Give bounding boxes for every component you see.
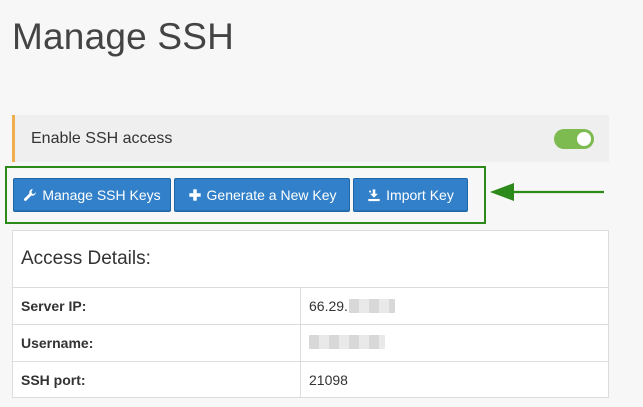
- access-details-panel: Access Details: Server IP: 66.29. Userna…: [12, 230, 609, 398]
- wrench-icon: [24, 189, 37, 201]
- username-label: Username:: [21, 335, 94, 351]
- ssh-access-row: Enable SSH access: [12, 115, 609, 162]
- ssh-port-value: 21098: [309, 372, 348, 388]
- import-icon: [368, 189, 380, 202]
- ssh-port-row: SSH port: 21098: [13, 361, 608, 398]
- server-ip-value: 66.29.: [309, 298, 395, 314]
- ssh-access-label: Enable SSH access: [31, 130, 173, 147]
- username-row: Username:: [13, 324, 608, 361]
- redacted-block: [348, 299, 395, 313]
- access-details-heading: Access Details:: [21, 248, 151, 269]
- plus-icon: [188, 189, 201, 201]
- redacted-block: [309, 335, 385, 349]
- ssh-port-label: SSH port:: [21, 372, 86, 388]
- import-key-button[interactable]: Import Key: [353, 178, 468, 212]
- import-key-label: Import Key: [386, 187, 454, 203]
- generate-new-key-label: Generate a New Key: [206, 187, 337, 203]
- column-divider: [300, 362, 301, 398]
- ssh-access-toggle[interactable]: [554, 129, 594, 149]
- page-title: Manage SSH: [12, 16, 235, 57]
- manage-ssh-keys-label: Manage SSH Keys: [42, 187, 161, 203]
- server-ip-visible-text: 66.29.: [309, 298, 348, 314]
- server-ip-row: Server IP: 66.29.: [13, 287, 608, 324]
- server-ip-label: Server IP:: [21, 298, 87, 314]
- username-value: [309, 335, 385, 349]
- annotation-arrow-icon: [490, 183, 604, 201]
- generate-new-key-button[interactable]: Generate a New Key: [174, 178, 350, 212]
- column-divider: [300, 288, 301, 324]
- column-divider: [300, 325, 301, 361]
- manage-ssh-keys-button[interactable]: Manage SSH Keys: [13, 178, 171, 212]
- toggle-knob: [577, 132, 591, 146]
